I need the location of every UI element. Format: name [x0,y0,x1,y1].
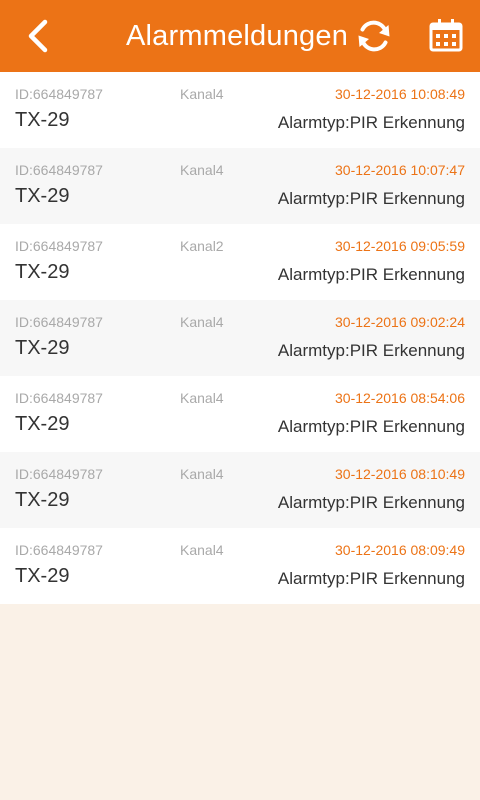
alarm-device-name: TX-29 [15,261,70,283]
page-title: Alarmmeldungen [126,20,349,52]
alarm-device-id: ID:664849787 [15,162,103,178]
alarm-channel: Kanal2 [180,238,224,254]
alarm-row[interactable]: ID:664849787 Kanal4 30-12-2016 10:08:49 … [0,72,480,148]
alarm-device-name: TX-29 [15,109,70,131]
alarm-channel: Kanal4 [180,162,224,178]
alarm-row[interactable]: ID:664849787 Kanal4 30-12-2016 08:10:49 … [0,452,480,528]
alarm-row[interactable]: ID:664849787 Kanal2 30-12-2016 09:05:59 … [0,224,480,300]
alarm-type: Alarmtyp:PIR Erkennung [277,569,465,588]
alarm-device-id: ID:664849787 [15,238,103,254]
alarm-device-name: TX-29 [15,185,70,207]
calendar-icon [429,19,463,52]
alarm-device-id: ID:664849787 [15,86,103,102]
alarm-device-id: ID:664849787 [15,542,103,558]
alarm-row[interactable]: ID:664849787 Kanal4 30-12-2016 08:09:49 … [0,528,480,604]
alarm-channel: Kanal4 [180,390,224,406]
alarm-device-id: ID:664849787 [15,314,103,330]
alarm-type: Alarmtyp:PIR Erkennung [277,417,465,436]
back-button[interactable] [18,14,58,58]
alarm-timestamp: 30-12-2016 09:02:24 [335,314,465,330]
alarm-type: Alarmtyp:PIR Erkennung [277,265,465,284]
alarm-device-name: TX-29 [15,413,70,435]
alarm-device-id: ID:664849787 [15,466,103,482]
alarm-row[interactable]: ID:664849787 Kanal4 30-12-2016 10:07:47 … [0,148,480,224]
alarm-channel: Kanal4 [180,466,224,482]
alarm-type: Alarmtyp:PIR Erkennung [277,113,465,132]
alarm-timestamp: 30-12-2016 08:54:06 [335,390,465,406]
alarm-row[interactable]: ID:664849787 Kanal4 30-12-2016 09:02:24 … [0,300,480,376]
refresh-button[interactable] [353,15,395,57]
alarm-channel: Kanal4 [180,314,224,330]
alarm-timestamp: 30-12-2016 08:10:49 [335,466,465,482]
alarm-device-name: TX-29 [15,489,70,511]
alarm-channel: Kanal4 [180,86,224,102]
refresh-icon [358,20,390,52]
alarm-device-name: TX-29 [15,565,70,587]
alarm-timestamp: 30-12-2016 09:05:59 [335,238,465,254]
app-header: Alarmmeldungen [0,0,480,72]
alarm-timestamp: 30-12-2016 08:09:49 [335,542,465,558]
alarm-device-name: TX-29 [15,337,70,359]
alarm-channel: Kanal4 [180,542,224,558]
alarm-type: Alarmtyp:PIR Erkennung [277,189,465,208]
calendar-button[interactable] [424,14,468,58]
alarm-type: Alarmtyp:PIR Erkennung [277,493,465,512]
chevron-left-icon [28,19,48,53]
alarm-timestamp: 30-12-2016 10:08:49 [335,86,465,102]
alarm-timestamp: 30-12-2016 10:07:47 [335,162,465,178]
alarm-device-id: ID:664849787 [15,390,103,406]
alarm-row[interactable]: ID:664849787 Kanal4 30-12-2016 08:54:06 … [0,376,480,452]
alarm-type: Alarmtyp:PIR Erkennung [277,341,465,360]
alarm-list: ID:664849787 Kanal4 30-12-2016 10:08:49 … [0,72,480,604]
